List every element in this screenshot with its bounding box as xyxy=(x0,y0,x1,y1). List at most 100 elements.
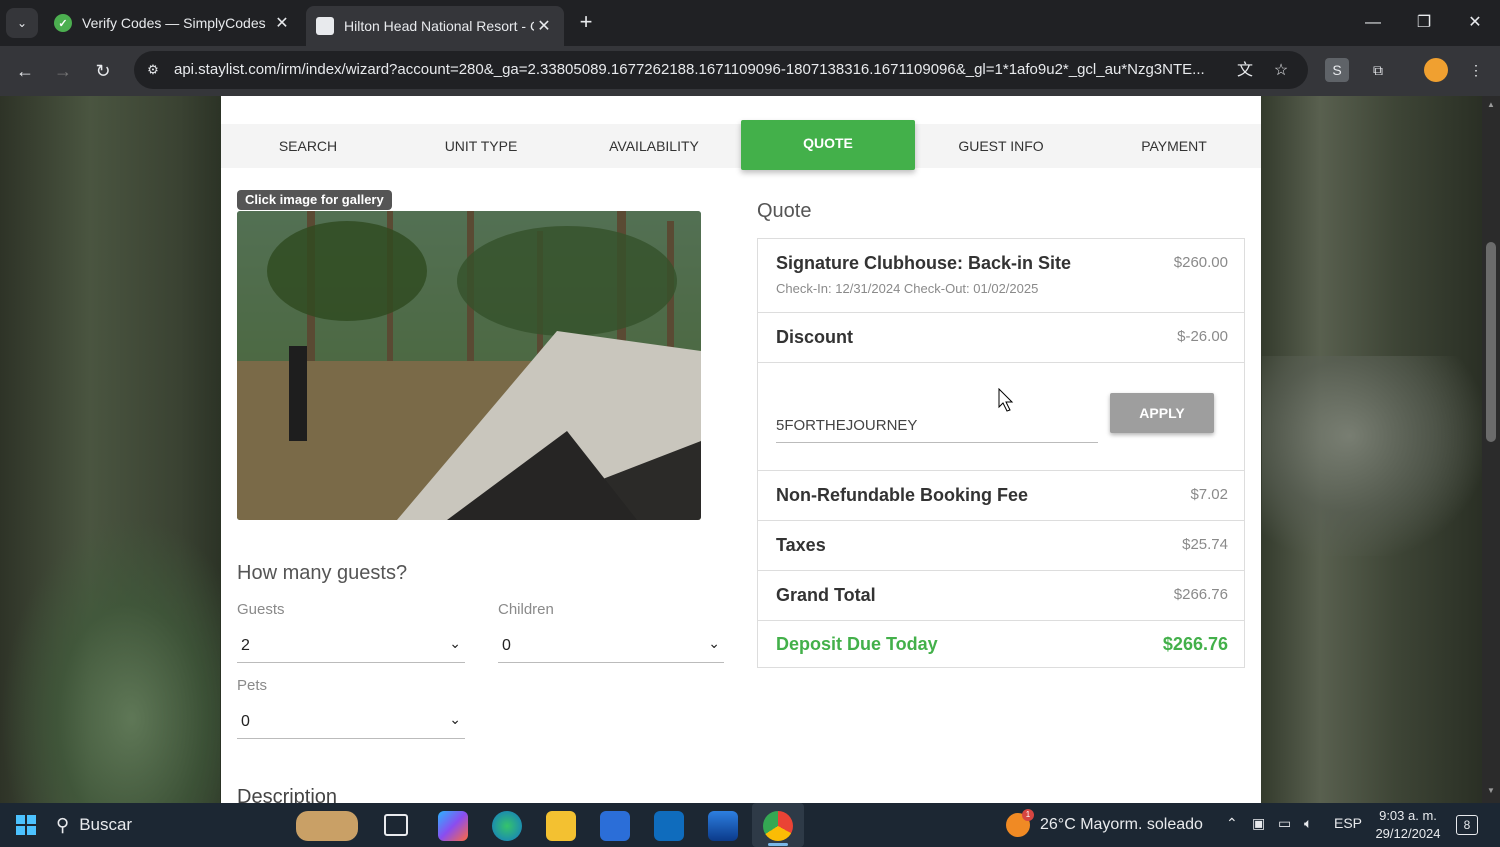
promo-code-input[interactable]: 5FORTHEJOURNEY xyxy=(776,411,1098,443)
discount-label: Discount xyxy=(776,327,854,347)
weather-text: 26°C Mayorm. soleado xyxy=(1040,816,1203,833)
taskbar-search[interactable]: ⚲ Buscar xyxy=(56,803,132,847)
campsite-photo[interactable] xyxy=(237,211,701,520)
scroll-down-icon[interactable]: ▼ xyxy=(1486,786,1496,795)
volume-icon[interactable]: 🔈︎ xyxy=(1304,815,1312,832)
chevron-down-icon: ⌄ xyxy=(449,711,461,727)
tab-hilton-head[interactable]: Hilton Head National Resort - C ✕ xyxy=(306,6,564,46)
step-quote[interactable]: QUOTE xyxy=(741,120,915,170)
pets-value: 0 xyxy=(241,713,250,730)
step-unit-type[interactable]: UNIT TYPE xyxy=(394,124,568,168)
clock-date: 29/12/2024 xyxy=(1375,826,1441,841)
task-view-icon[interactable] xyxy=(384,814,408,836)
children-label: Children xyxy=(498,601,554,618)
back-arrow-icon[interactable]: ← xyxy=(12,58,38,84)
grand-total-amount: $266.76 xyxy=(1173,586,1228,603)
notification-center-icon[interactable]: 8 xyxy=(1456,815,1478,835)
tab-title: Verify Codes — SimplyCodes xyxy=(82,15,266,31)
chrome-icon[interactable] xyxy=(763,811,793,841)
network-icon[interactable]: ▭ xyxy=(1278,815,1291,832)
quote-summary: Signature Clubhouse: Back-in Site $260.0… xyxy=(757,238,1245,668)
children-select[interactable]: 0 ⌄ xyxy=(498,629,724,663)
weather-badge: 1 xyxy=(1022,809,1034,821)
taxes-label: Taxes xyxy=(776,535,826,555)
bookmark-star-icon[interactable]: ☆ xyxy=(1270,60,1292,82)
weather-widget[interactable]: 1 26°C Mayorm. soleado xyxy=(1006,803,1203,847)
step-availability[interactable]: AVAILABILITY xyxy=(567,124,741,168)
gallery-hint[interactable]: Click image for gallery xyxy=(237,190,392,210)
scroll-up-icon[interactable]: ▲ xyxy=(1486,100,1496,109)
stay-dates: Check-In: 12/31/2024 Check-Out: 01/02/20… xyxy=(776,281,1039,296)
tab-search-chevron-icon[interactable]: ⌄ xyxy=(6,8,38,38)
translate-icon[interactable]: 文 xyxy=(1234,60,1256,82)
page-favicon-icon xyxy=(316,17,334,35)
step-payment[interactable]: PAYMENT xyxy=(1087,124,1261,168)
outlook-icon[interactable] xyxy=(654,811,684,841)
quote-row-site: Signature Clubhouse: Back-in Site $260.0… xyxy=(758,239,1244,313)
weather-sun-icon: 1 xyxy=(1006,809,1034,837)
extensions-puzzle-icon[interactable]: ⧉ xyxy=(1366,58,1390,82)
apply-button[interactable]: APPLY xyxy=(1110,393,1214,433)
restore-icon[interactable]: ❐ xyxy=(1401,8,1447,38)
simplycodes-extension-icon[interactable]: S xyxy=(1325,58,1349,82)
taxes-amount: $25.74 xyxy=(1182,536,1228,553)
microsoft-store-icon[interactable] xyxy=(600,811,630,841)
pets-select[interactable]: 0 ⌄ xyxy=(237,705,465,739)
chevron-down-icon: ⌄ xyxy=(449,635,461,651)
edge-icon[interactable] xyxy=(492,811,522,841)
copilot-icon[interactable] xyxy=(438,811,468,841)
app-arc-icon[interactable] xyxy=(708,811,738,841)
description-heading: Description xyxy=(237,786,338,803)
pets-label: Pets xyxy=(237,677,268,694)
deposit-amount: $266.76 xyxy=(1162,634,1228,654)
step-search[interactable]: SEARCH xyxy=(221,124,395,168)
simplycodes-favicon-icon: ✓ xyxy=(54,14,72,32)
tab-title: Hilton Head National Resort - C xyxy=(344,18,534,34)
guests-label: Guests xyxy=(237,601,285,618)
minimize-icon[interactable]: — xyxy=(1350,8,1396,38)
discount-amount: $-26.00 xyxy=(1177,328,1228,345)
taskbar-search-label: Buscar xyxy=(79,815,133,834)
children-value: 0 xyxy=(502,637,511,654)
close-tab-icon[interactable]: ✕ xyxy=(534,16,554,36)
quote-row-promo: 5FORTHEJOURNEY APPLY xyxy=(758,363,1244,471)
browser-toolbar: ← → ↻ ⚙ api.staylist.com/irm/index/wizar… xyxy=(0,46,1500,96)
window-close-icon[interactable]: ✕ xyxy=(1452,8,1498,38)
url-text[interactable]: api.staylist.com/irm/index/wizard?accoun… xyxy=(174,51,1224,89)
quote-row-deposit: Deposit Due Today $266.76 xyxy=(758,621,1244,667)
background-photo-left xyxy=(0,516,220,803)
close-tab-icon[interactable]: ✕ xyxy=(272,13,292,33)
tab-strip: ⌄ ✓ Verify Codes — SimplyCodes ✕ Hilton … xyxy=(0,0,1500,46)
site-price: $260.00 xyxy=(1173,254,1228,271)
system-clock[interactable]: 9:03 a. m. 29/12/2024 xyxy=(1368,807,1448,843)
quote-row-taxes: Taxes $25.74 xyxy=(758,521,1244,571)
grand-total-label: Grand Total xyxy=(776,585,876,605)
scrollbar-thumb[interactable] xyxy=(1486,242,1496,442)
booking-panel: SEARCH UNIT TYPE AVAILABILITY QUOTE GUES… xyxy=(221,96,1261,803)
guests-select[interactable]: 2 ⌄ xyxy=(237,629,465,663)
step-guest-info[interactable]: GUEST INFO xyxy=(914,124,1088,168)
language-indicator[interactable]: ESP xyxy=(1334,815,1362,831)
meet-icon[interactable]: ▣ xyxy=(1252,815,1265,832)
windows-taskbar: ⚲ Buscar 1 26°C Mayorm. soleado ⌃ ▣ ▭ 🔈︎… xyxy=(0,803,1500,847)
forward-arrow-icon[interactable]: → xyxy=(50,58,76,84)
clock-time: 9:03 a. m. xyxy=(1379,808,1437,823)
page-scrollbar[interactable]: ▲ ▼ xyxy=(1482,96,1500,803)
new-tab-plus-icon[interactable]: + xyxy=(574,10,598,34)
quote-row-fee: Non-Refundable Booking Fee $7.02 xyxy=(758,471,1244,521)
quote-row-total: Grand Total $266.76 xyxy=(758,571,1244,621)
tray-chevron-up-icon[interactable]: ⌃ xyxy=(1226,815,1238,832)
address-bar[interactable]: ⚙ api.staylist.com/irm/index/wizard?acco… xyxy=(134,51,1308,89)
profile-avatar-icon[interactable] xyxy=(1424,58,1448,82)
windows-start-icon[interactable] xyxy=(16,815,36,835)
file-explorer-icon[interactable] xyxy=(546,811,576,841)
site-info-icon[interactable]: ⚙ xyxy=(144,61,162,79)
guests-heading: How many guests? xyxy=(237,562,408,584)
quote-row-discount: Discount $-26.00 xyxy=(758,313,1244,363)
tab-simplycodes[interactable]: ✓ Verify Codes — SimplyCodes ✕ xyxy=(44,6,302,40)
search-icon: ⚲ xyxy=(56,814,70,835)
page-viewport: SEARCH UNIT TYPE AVAILABILITY QUOTE GUES… xyxy=(0,96,1500,803)
reload-icon[interactable]: ↻ xyxy=(90,58,116,84)
menu-kebab-icon[interactable]: ⋮ xyxy=(1464,58,1488,82)
search-highlight-image-icon[interactable] xyxy=(296,811,358,841)
